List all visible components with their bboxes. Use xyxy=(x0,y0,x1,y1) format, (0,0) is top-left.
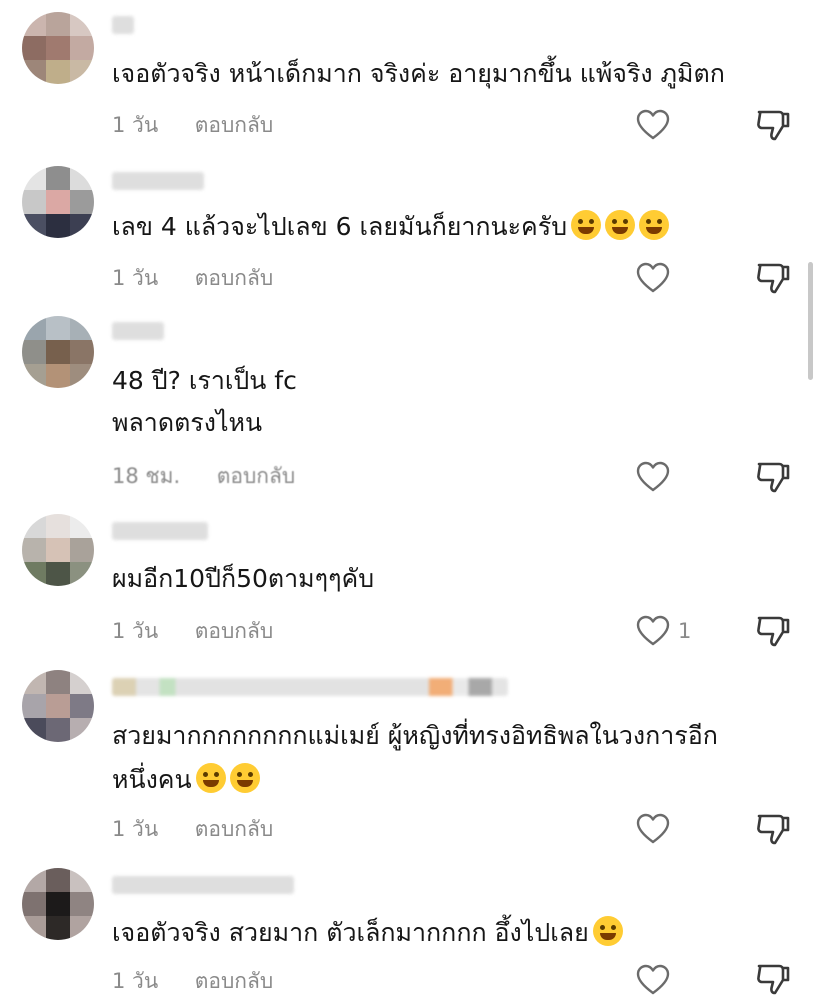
emoji-smiling-hearts xyxy=(592,916,623,946)
heart-icon[interactable] xyxy=(636,615,670,647)
avatar[interactable] xyxy=(22,12,94,84)
heart-icon[interactable] xyxy=(636,813,670,845)
emoji-laugh xyxy=(571,210,602,240)
comment-text: เจอตัวจริง หน้าเด็กมาก จริงค่ะ อายุมากขึ… xyxy=(112,59,725,88)
reply-button[interactable]: ตอบกลับ xyxy=(195,966,274,996)
comment-text: สวยมากกกกกกกกแม่เมย์ ผู้หญิงที่ทรงอิทธิพ… xyxy=(112,721,718,794)
thumbs-down-icon[interactable] xyxy=(755,614,791,648)
comment-time: 18 ชม. xyxy=(112,464,181,488)
comment-time: 1 วัน xyxy=(112,619,159,643)
avatar[interactable] xyxy=(22,316,94,388)
comment-time: 1 วัน xyxy=(112,266,159,290)
comment-meta: 1 วัน ตอบกลับ xyxy=(112,814,273,844)
emoji-smiling-hearts xyxy=(229,763,260,793)
emoji-laugh xyxy=(639,210,670,240)
avatar[interactable] xyxy=(22,514,94,586)
comment-meta: 1 วัน ตอบกลับ xyxy=(112,616,273,646)
heart-icon[interactable] xyxy=(636,262,670,294)
comment-text: เลข 4 แล้วจะไปเลข 6 เลยมันก็ยากนะครับ xyxy=(112,206,780,248)
comment-meta: 1 วัน ตอบกลับ xyxy=(112,263,273,293)
comment-time: 1 วัน xyxy=(112,817,159,841)
like-count: 1 xyxy=(678,619,692,643)
avatar[interactable] xyxy=(22,670,94,742)
username[interactable] xyxy=(112,876,294,894)
comment-meta: 18 ชม. ตอบกลับ xyxy=(112,461,295,491)
comment-text: 48 ปี? เราเป็น fc พลาดตรงไหน xyxy=(112,366,297,437)
comment-meta: 1 วัน ตอบกลับ xyxy=(112,110,273,140)
comment-text: ผมอีก10ปีก็50ตามๆๆคับ xyxy=(112,564,375,593)
username[interactable] xyxy=(112,172,204,190)
heart-icon[interactable] xyxy=(636,964,670,996)
heart-icon[interactable] xyxy=(636,109,670,141)
thumbs-down-icon[interactable] xyxy=(755,108,791,142)
username[interactable] xyxy=(112,16,134,34)
heart-icon[interactable] xyxy=(636,461,670,493)
emoji-laugh xyxy=(605,210,636,240)
comment-meta: 1 วัน ตอบกลับ xyxy=(112,966,273,996)
comment-text: เจอตัวจริง สวยมาก ตัวเล็กมากกกก อึ้งไปเล… xyxy=(112,912,780,954)
avatar[interactable] xyxy=(22,166,94,238)
thumbs-down-icon[interactable] xyxy=(755,962,791,996)
thumbs-down-icon[interactable] xyxy=(755,460,791,494)
emoji-smiling-hearts xyxy=(195,763,226,793)
reply-button[interactable]: ตอบกลับ xyxy=(195,263,274,293)
scrollbar[interactable] xyxy=(808,262,813,380)
username[interactable] xyxy=(112,678,508,696)
reply-button[interactable]: ตอบกลับ xyxy=(217,461,296,491)
thumbs-down-icon[interactable] xyxy=(755,812,791,846)
comment-time: 1 วัน xyxy=(112,113,159,137)
reply-button[interactable]: ตอบกลับ xyxy=(195,110,274,140)
avatar[interactable] xyxy=(22,868,94,940)
reply-button[interactable]: ตอบกลับ xyxy=(195,616,274,646)
username[interactable] xyxy=(112,322,164,340)
username[interactable] xyxy=(112,522,208,540)
reply-button[interactable]: ตอบกลับ xyxy=(195,814,274,844)
thumbs-down-icon[interactable] xyxy=(755,261,791,295)
comment-time: 1 วัน xyxy=(112,969,159,993)
